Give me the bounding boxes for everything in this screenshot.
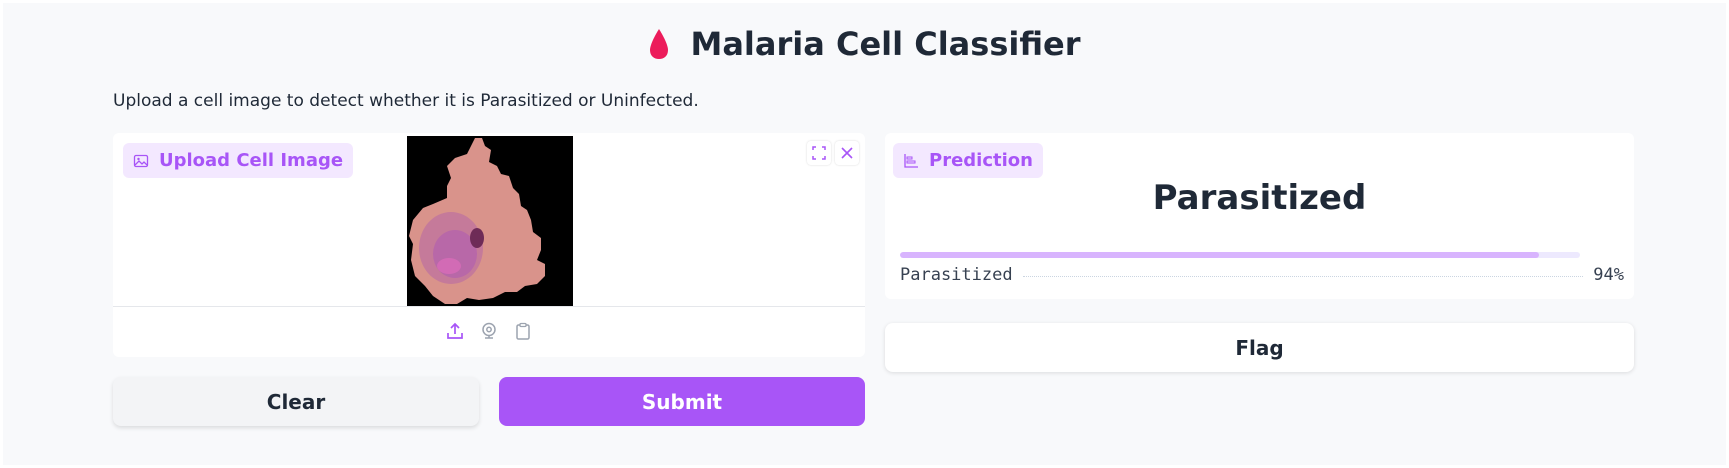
- upload-label: Upload Cell Image: [159, 150, 344, 171]
- bar-chart-icon: [904, 153, 918, 168]
- submit-button[interactable]: Submit: [499, 377, 865, 426]
- prediction-label-chip: Prediction: [893, 143, 1043, 178]
- flag-button[interactable]: Flag: [885, 323, 1634, 372]
- page-description: Upload a cell image to detect whether it…: [113, 91, 699, 111]
- app-container: Malaria Cell Classifier Upload a cell im…: [3, 3, 1726, 465]
- confidence-class-label: Parasitized: [900, 265, 1013, 285]
- confidence-bar: [900, 252, 1580, 258]
- panel-divider: [113, 306, 865, 307]
- page-title: Malaria Cell Classifier: [690, 25, 1081, 63]
- blood-drop-icon: [650, 29, 669, 59]
- image-source-selector: [113, 321, 865, 341]
- dotted-leader: [1022, 276, 1584, 277]
- upload-icon[interactable]: [445, 321, 465, 341]
- image-toolbar: [807, 141, 859, 165]
- confidence-row: Parasitized 94%: [900, 265, 1624, 285]
- confidence-percent: 94%: [1593, 265, 1624, 285]
- prediction-label: Prediction: [929, 150, 1033, 171]
- image-input-panel[interactable]: Upload Cell Image: [113, 133, 865, 357]
- prediction-panel: Prediction Parasitized Parasitized 94%: [885, 133, 1634, 299]
- app-header: Malaria Cell Classifier: [3, 25, 1726, 63]
- confidence-bar-fill: [900, 252, 1540, 258]
- fullscreen-icon[interactable]: [807, 141, 831, 165]
- clipboard-icon[interactable]: [513, 321, 533, 341]
- image-icon: [133, 154, 149, 167]
- webcam-icon[interactable]: [479, 321, 499, 341]
- upload-label-chip: Upload Cell Image: [123, 143, 354, 178]
- predicted-class: Parasitized: [1152, 178, 1367, 218]
- cell-image-preview: [407, 136, 573, 306]
- clear-button[interactable]: Clear: [113, 377, 479, 426]
- close-icon[interactable]: [835, 141, 859, 165]
